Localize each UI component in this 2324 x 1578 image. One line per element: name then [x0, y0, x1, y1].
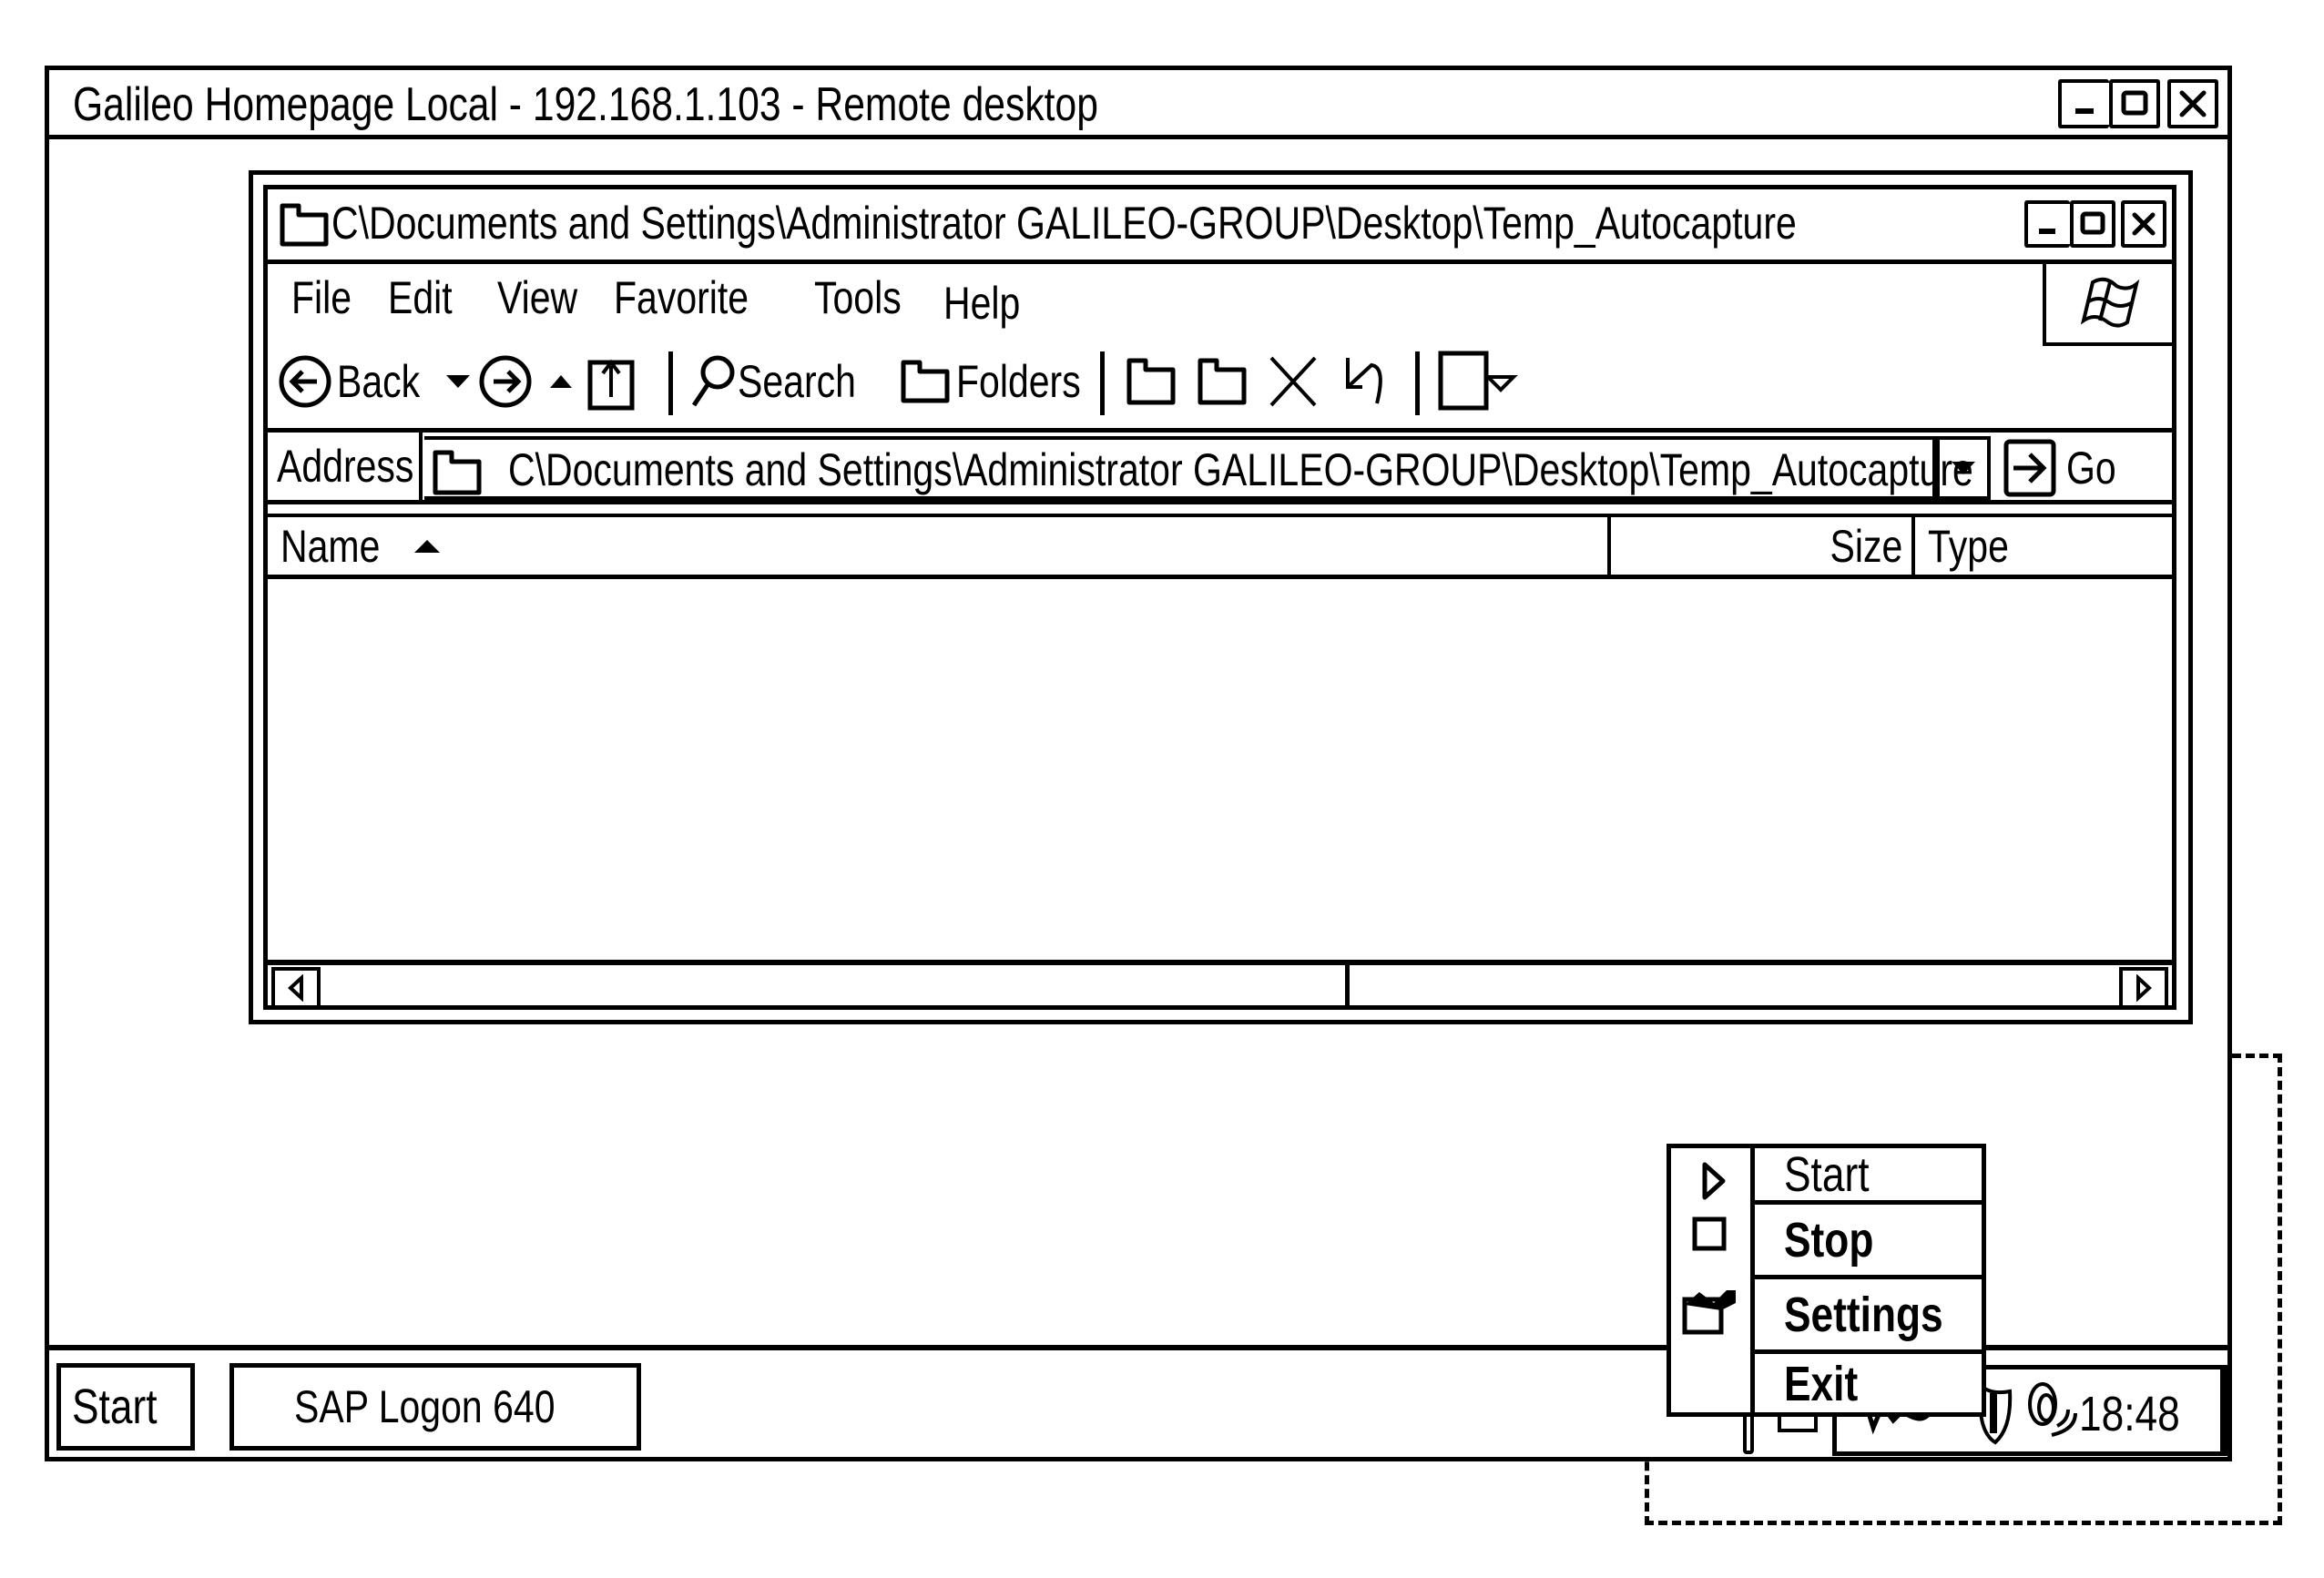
minimize-icon	[2039, 229, 2055, 234]
go-button[interactable]: Go	[2003, 436, 2166, 500]
address-label: Address	[271, 433, 423, 500]
close-icon	[2179, 90, 2207, 117]
menu-bar: File Edit View Favorite Tools Help	[268, 264, 2172, 339]
back-dropdown-button[interactable]	[443, 350, 474, 413]
forward-arrow-icon	[479, 355, 532, 408]
folder-icon	[280, 203, 329, 247]
toolbar: Back Search Folders	[268, 339, 2172, 426]
menu-edit[interactable]: Edit	[388, 271, 466, 324]
forward-button[interactable]	[477, 350, 534, 413]
clock[interactable]: 18:48	[2079, 1386, 2202, 1442]
explorer-minimize-button[interactable]	[2024, 200, 2070, 248]
column-header-row: Name Size Type	[268, 514, 2172, 579]
minimize-icon	[2075, 108, 2094, 114]
toolbar-separator	[1100, 351, 1105, 415]
play-icon	[1677, 1157, 1749, 1205]
up-folder-button[interactable]	[586, 350, 637, 413]
undo-icon	[1346, 358, 1382, 404]
close-icon	[2132, 212, 2156, 236]
chevron-down-icon	[1952, 462, 1975, 474]
scroll-left-button[interactable]	[271, 967, 321, 1009]
views-button[interactable]	[1437, 350, 1524, 413]
windows-logo	[2043, 264, 2172, 346]
window-controls	[2058, 79, 2218, 128]
context-menu-item-stop[interactable]: Stop	[1755, 1205, 1986, 1279]
maximize-icon	[2080, 211, 2105, 235]
minimize-button[interactable]	[2058, 79, 2109, 128]
explorer-titlebar: C\Documents and Settings\Administrator G…	[268, 189, 2172, 264]
speaker-volume-icon[interactable]	[2021, 1377, 2084, 1450]
address-value: C\Documents and Settings\Administrator G…	[508, 444, 1973, 495]
menu-file[interactable]: File	[291, 271, 365, 324]
maximize-icon	[2121, 90, 2148, 116]
search-button[interactable]: Search	[688, 350, 882, 413]
explorer-close-button[interactable]	[2121, 200, 2166, 248]
settings-icon	[1675, 1283, 1748, 1338]
scroll-right-arrow-icon	[2136, 974, 2152, 1002]
address-dropdown-button[interactable]	[1936, 436, 1991, 500]
address-bar: Address C\Documents and Settings\Adminis…	[268, 428, 2172, 504]
up-folder-icon	[587, 359, 635, 411]
column-header-name[interactable]: Name	[268, 517, 1611, 575]
column-header-type[interactable]: Type	[1915, 517, 2172, 575]
menu-tools[interactable]: Tools	[814, 271, 921, 324]
context-menu-item-settings[interactable]: Settings	[1755, 1279, 1986, 1354]
copy-to-button[interactable]	[1197, 350, 1248, 413]
chevron-up-icon	[550, 375, 572, 388]
file-list[interactable]	[268, 579, 2172, 960]
windows-flag-icon	[2080, 277, 2140, 328]
explorer-maximize-button[interactable]	[2070, 200, 2115, 248]
scroll-left-arrow-icon	[288, 974, 303, 1002]
chevron-down-icon	[446, 375, 470, 388]
go-arrow-icon	[2003, 439, 2056, 497]
explorer-title: C\Documents and Settings\Administrator G…	[331, 198, 1797, 249]
remote-desktop-titlebar: Galileo Homepage Local - 192.168.1.103 -…	[49, 70, 2227, 139]
explorer-window-controls	[2024, 200, 2166, 248]
delete-x-icon	[1269, 356, 1317, 407]
toolbar-separator	[668, 351, 673, 415]
delete-button[interactable]	[1268, 350, 1319, 413]
scrollbar-thumb-edge[interactable]	[1345, 965, 1350, 1010]
forward-dropdown-button[interactable]	[546, 350, 574, 413]
context-menu-item-start[interactable]: Start	[1755, 1147, 1986, 1205]
menu-favorite[interactable]: Favorite	[614, 271, 779, 324]
tray-context-menu: Start Stop Settings Exit	[1667, 1144, 1986, 1417]
menu-help[interactable]: Help	[943, 277, 1037, 330]
toolbar-separator	[1415, 351, 1420, 415]
scroll-right-button[interactable]	[2119, 967, 2168, 1009]
close-button[interactable]	[2167, 79, 2218, 128]
explorer-window: C\Documents and Settings\Administrator G…	[263, 185, 2176, 1010]
back-button[interactable]: Back	[277, 350, 438, 413]
sort-ascending-icon	[414, 539, 441, 553]
column-header-size[interactable]: Size	[1611, 517, 1915, 575]
stop-icon	[1673, 1214, 1746, 1254]
move-to-button[interactable]	[1126, 350, 1177, 413]
menu-view[interactable]: View	[497, 271, 595, 324]
search-icon	[691, 355, 735, 407]
move-to-folder-icon	[1126, 358, 1176, 405]
context-menu-item-exit[interactable]: Exit	[1755, 1354, 1986, 1414]
views-icon	[1438, 351, 1518, 411]
folder-icon	[433, 450, 482, 495]
undo-button[interactable]	[1340, 350, 1391, 413]
taskbar-item-sap-logon[interactable]: SAP Logon 640	[229, 1363, 641, 1451]
address-input[interactable]: C\Documents and Settings\Administrator G…	[424, 436, 1973, 500]
folder-icon	[901, 360, 950, 403]
start-button[interactable]: Start	[56, 1363, 195, 1451]
back-arrow-icon	[279, 355, 331, 408]
maximize-button[interactable]	[2109, 79, 2160, 128]
window-title: Galileo Homepage Local - 192.168.1.103 -…	[73, 78, 1098, 131]
horizontal-scrollbar[interactable]	[268, 960, 2172, 1010]
copy-to-folder-icon	[1198, 358, 1247, 405]
folders-button[interactable]: Folders	[900, 350, 1108, 413]
